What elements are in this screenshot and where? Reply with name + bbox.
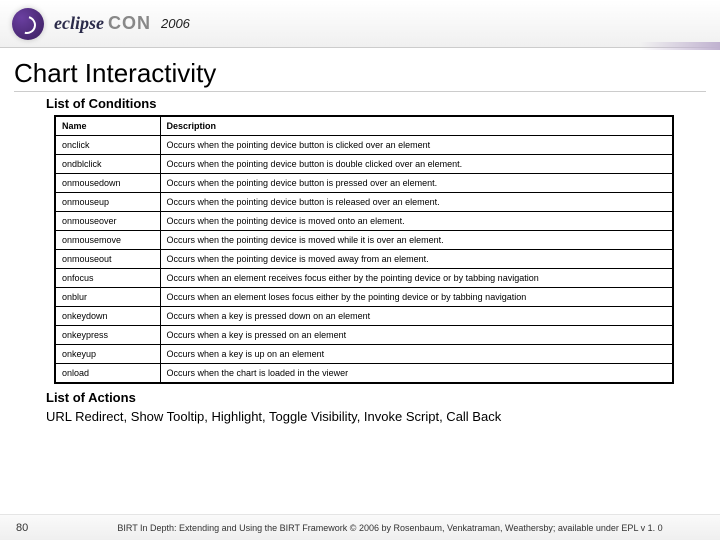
cell-name: ondblclick	[55, 155, 160, 174]
eclipse-logo-icon	[12, 8, 44, 40]
cell-name: onmouseup	[55, 193, 160, 212]
cell-desc: Occurs when the pointing device button i…	[160, 174, 673, 193]
cell-desc: Occurs when a key is up on an element	[160, 345, 673, 364]
slide-footer: 80 BIRT In Depth: Extending and Using th…	[0, 514, 720, 540]
header-accent	[640, 42, 720, 50]
page-number: 80	[16, 522, 76, 534]
header-year: 2006	[161, 16, 190, 31]
col-name: Name	[55, 116, 160, 136]
table-row: onkeydownOccurs when a key is pressed do…	[55, 307, 673, 326]
table-row: onkeypressOccurs when a key is pressed o…	[55, 326, 673, 345]
cell-desc: Occurs when an element loses focus eithe…	[160, 288, 673, 307]
table-row: onmouseoutOccurs when the pointing devic…	[55, 250, 673, 269]
footer-text: BIRT In Depth: Extending and Using the B…	[76, 523, 704, 533]
actions-heading: List of Actions	[46, 390, 706, 405]
cell-desc: Occurs when an element receives focus ei…	[160, 269, 673, 288]
col-description: Description	[160, 116, 673, 136]
cell-name: onclick	[55, 136, 160, 155]
cell-desc: Occurs when a key is pressed on an eleme…	[160, 326, 673, 345]
cell-name: onmousemove	[55, 231, 160, 250]
table-row: onfocusOccurs when an element receives f…	[55, 269, 673, 288]
cell-desc: Occurs when the pointing device button i…	[160, 155, 673, 174]
cell-name: onfocus	[55, 269, 160, 288]
cell-name: onmouseover	[55, 212, 160, 231]
table-header-row: Name Description	[55, 116, 673, 136]
cell-desc: Occurs when the pointing device button i…	[160, 136, 673, 155]
conditions-heading: List of Conditions	[46, 96, 706, 111]
cell-desc: Occurs when the pointing device is moved…	[160, 212, 673, 231]
page-title: Chart Interactivity	[14, 58, 706, 92]
cell-desc: Occurs when the pointing device is moved…	[160, 250, 673, 269]
cell-desc: Occurs when a key is pressed down on an …	[160, 307, 673, 326]
cell-name: onload	[55, 364, 160, 384]
logo-text: eclipse CON	[54, 13, 151, 34]
logo-eclipse: eclipse	[54, 13, 104, 34]
cell-name: onmousedown	[55, 174, 160, 193]
table-row: onmouseoverOccurs when the pointing devi…	[55, 212, 673, 231]
actions-list: URL Redirect, Show Tooltip, Highlight, T…	[46, 409, 706, 424]
table-row: onkeyupOccurs when a key is up on an ele…	[55, 345, 673, 364]
table-row: onloadOccurs when the chart is loaded in…	[55, 364, 673, 384]
cell-desc: Occurs when the pointing device is moved…	[160, 231, 673, 250]
logo-con: CON	[108, 13, 151, 34]
table-row: ondblclickOccurs when the pointing devic…	[55, 155, 673, 174]
table-row: onmousedownOccurs when the pointing devi…	[55, 174, 673, 193]
cell-desc: Occurs when the chart is loaded in the v…	[160, 364, 673, 384]
table-row: onblurOccurs when an element loses focus…	[55, 288, 673, 307]
slide-header: eclipse CON 2006	[0, 0, 720, 48]
table-row: onclickOccurs when the pointing device b…	[55, 136, 673, 155]
cell-desc: Occurs when the pointing device button i…	[160, 193, 673, 212]
table-row: onmousemoveOccurs when the pointing devi…	[55, 231, 673, 250]
cell-name: onblur	[55, 288, 160, 307]
cell-name: onkeyup	[55, 345, 160, 364]
table-row: onmouseupOccurs when the pointing device…	[55, 193, 673, 212]
cell-name: onkeypress	[55, 326, 160, 345]
cell-name: onkeydown	[55, 307, 160, 326]
conditions-table: Name Description onclickOccurs when the …	[54, 115, 674, 384]
slide-content: Chart Interactivity List of Conditions N…	[0, 48, 720, 424]
cell-name: onmouseout	[55, 250, 160, 269]
